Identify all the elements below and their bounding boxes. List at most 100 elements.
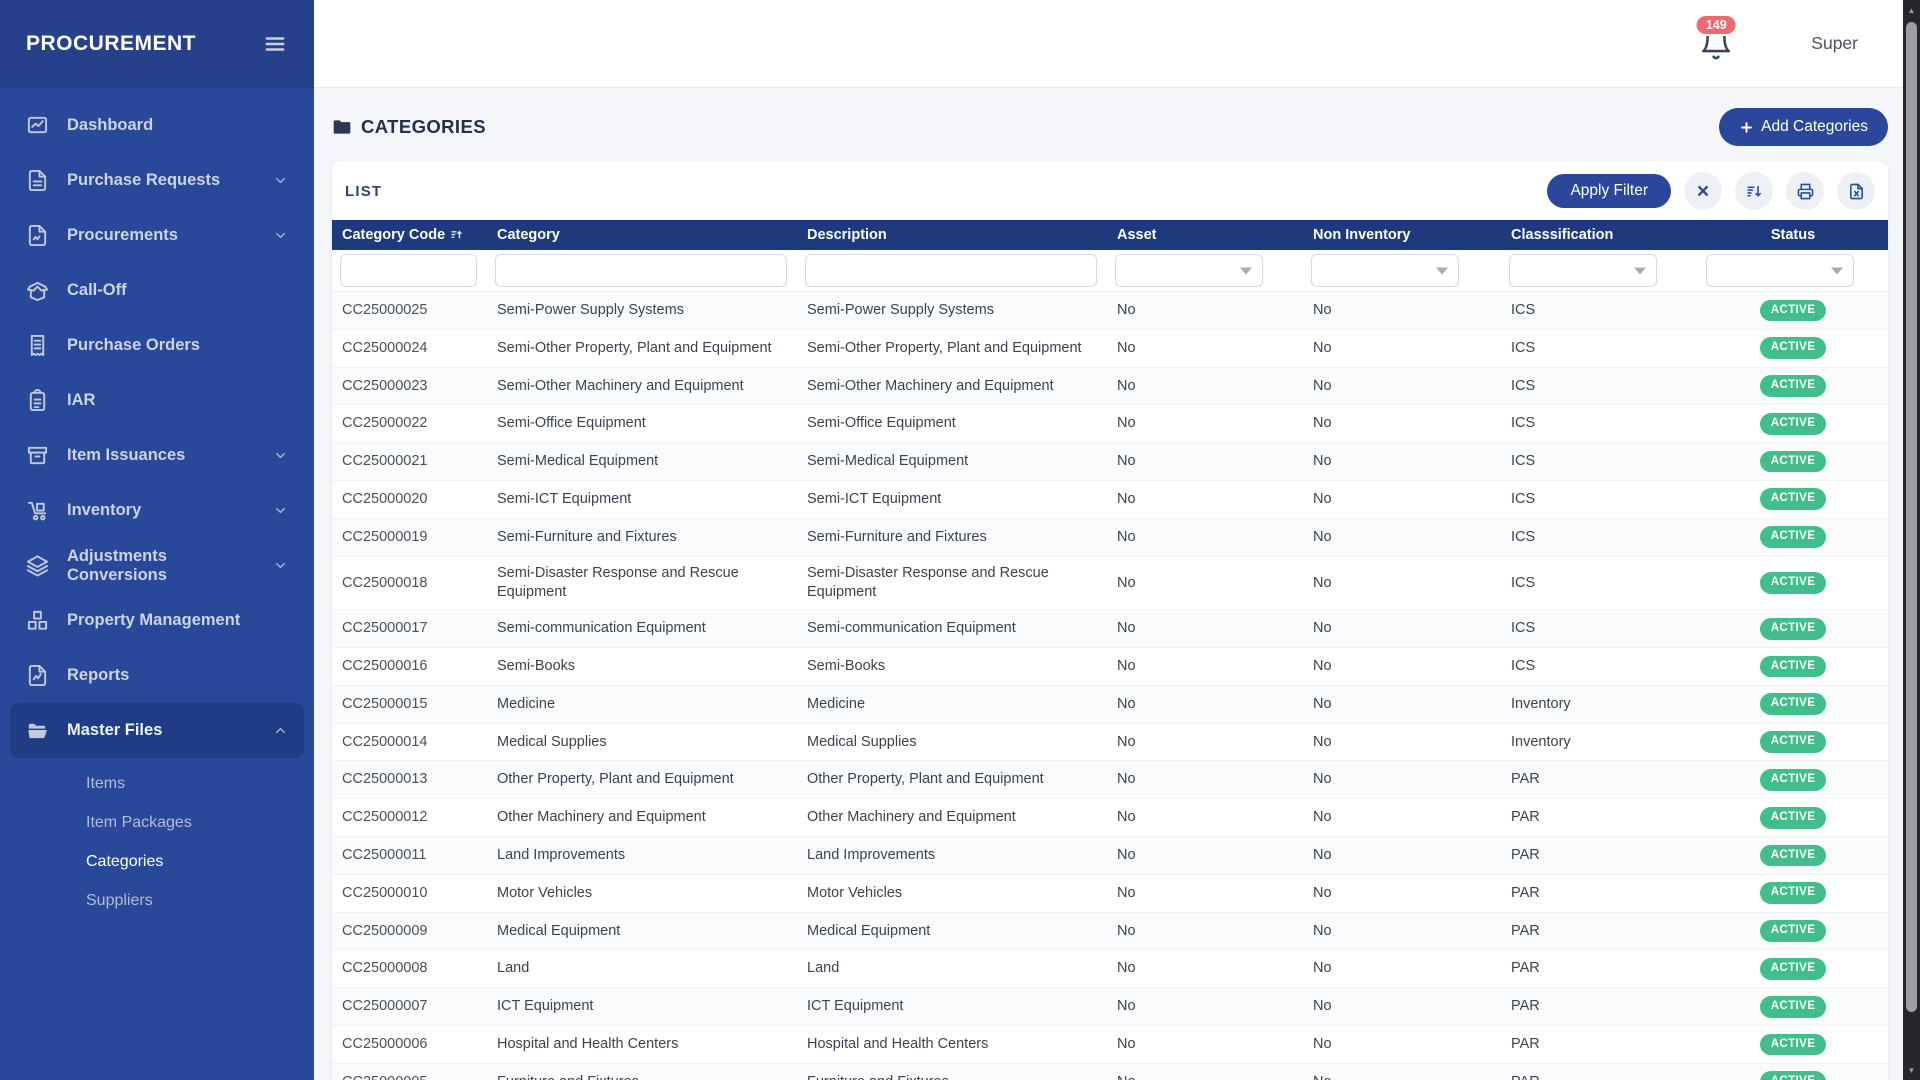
filter-select-status[interactable] (1706, 254, 1854, 287)
column-header-non-inventory[interactable]: Non Inventory (1303, 220, 1501, 250)
table-row[interactable]: CC25000023Semi-Other Machinery and Equip… (332, 367, 1888, 405)
chart-line-icon (26, 114, 49, 137)
cell-asset: No (1107, 292, 1303, 330)
sidebar-subitem-suppliers[interactable]: Suppliers (0, 881, 314, 920)
cell-asset: No (1107, 723, 1303, 761)
add-categories-button[interactable]: Add Categories (1719, 108, 1888, 146)
scrollbar-thumb[interactable] (1906, 22, 1917, 1012)
sidebar-nav: DashboardPurchase RequestsProcurementsCa… (0, 88, 314, 924)
cell-non-inventory: No (1303, 405, 1501, 443)
sidebar-item-iar[interactable]: IAR (0, 373, 314, 428)
table-row[interactable]: CC25000009Medical EquipmentMedical Equip… (332, 912, 1888, 950)
sidebar-item-item-issuances[interactable]: Item Issuances (0, 428, 314, 483)
sidebar-item-master-files[interactable]: Master Files (10, 703, 304, 758)
page-header: CATEGORIES Add Categories (332, 108, 1888, 146)
column-header-status[interactable]: Status (1698, 220, 1888, 250)
table-row[interactable]: CC25000011Land ImprovementsLand Improvem… (332, 837, 1888, 875)
filter-input-category[interactable] (495, 254, 787, 287)
chevron-down-icon (273, 503, 288, 518)
topbar: 149 Super (314, 0, 1920, 88)
cell-classification: PAR (1501, 874, 1698, 912)
sidebar-item-dashboard[interactable]: Dashboard (0, 98, 314, 153)
window-scrollbar[interactable]: ▲ ▼ (1903, 0, 1920, 1080)
apply-filter-button[interactable]: Apply Filter (1547, 174, 1671, 208)
sidebar-item-property-management[interactable]: Property Management (0, 593, 314, 648)
cell-status: ACTIVE (1698, 1063, 1888, 1080)
table-row[interactable]: CC25000008LandLandNoNoPARACTIVE (332, 950, 1888, 988)
filter-select-classsification[interactable] (1509, 254, 1657, 287)
table-row[interactable]: CC25000006Hospital and Health CentersHos… (332, 1026, 1888, 1064)
status-badge: ACTIVE (1760, 845, 1827, 867)
table-row[interactable]: CC25000024Semi-Other Property, Plant and… (332, 329, 1888, 367)
sidebar-subitem-categories[interactable]: Categories (0, 842, 314, 881)
cell-category: Semi-Furniture and Fixtures (487, 518, 797, 556)
filter-select-asset[interactable] (1115, 254, 1263, 287)
cell-description: Motor Vehicles (797, 874, 1107, 912)
sidebar-header: PROCUREMENT (0, 0, 314, 88)
notification-badge: 149 (1695, 14, 1738, 37)
sidebar-item-inventory[interactable]: Inventory (0, 483, 314, 538)
filter-input-description[interactable] (805, 254, 1097, 287)
user-menu[interactable]: Super (1811, 33, 1858, 54)
column-header-description[interactable]: Description (797, 220, 1107, 250)
column-header-category-code[interactable]: Category Code (332, 220, 487, 250)
cell-category: Semi-Power Supply Systems (487, 292, 797, 330)
sidebar-item-adjustments-conversions[interactable]: Adjustments Conversions (0, 538, 314, 593)
cell-status: ACTIVE (1698, 648, 1888, 686)
cell-category: Semi-Office Equipment (487, 405, 797, 443)
print-button[interactable] (1786, 172, 1824, 210)
table-row[interactable]: CC25000007ICT EquipmentICT EquipmentNoNo… (332, 988, 1888, 1026)
receipt-icon (26, 334, 49, 357)
column-header-category[interactable]: Category (487, 220, 797, 250)
column-header-asset[interactable]: Asset (1107, 220, 1303, 250)
scroll-up-arrow-icon[interactable]: ▲ (1903, 2, 1920, 18)
table-row[interactable]: CC25000012Other Machinery and EquipmentO… (332, 799, 1888, 837)
file-chart-icon (26, 664, 49, 687)
notifications-button[interactable]: 149 (1699, 27, 1733, 61)
sidebar-item-purchase-orders[interactable]: Purchase Orders (0, 318, 314, 373)
card-title: LIST (345, 183, 382, 200)
cell-status: ACTIVE (1698, 292, 1888, 330)
sidebar-item-reports[interactable]: Reports (0, 648, 314, 703)
table-row[interactable]: CC25000025Semi-Power Supply SystemsSemi-… (332, 292, 1888, 330)
filter-input-category-code[interactable] (340, 254, 477, 287)
table-row[interactable]: CC25000016Semi-BooksSemi-BooksNoNoICSACT… (332, 648, 1888, 686)
sidebar-item-procurements[interactable]: Procurements (0, 208, 314, 263)
table-toolbar: Apply Filter × (1547, 172, 1875, 210)
table-row[interactable]: CC25000014Medical SuppliesMedical Suppli… (332, 723, 1888, 761)
dolly-icon (26, 499, 49, 522)
table-row[interactable]: CC25000015MedicineMedicineNoNoInventoryA… (332, 685, 1888, 723)
table-row[interactable]: CC25000005Furniture and FixturesFurnitur… (332, 1063, 1888, 1080)
menu-toggle-icon[interactable] (262, 33, 288, 55)
page-content: CATEGORIES Add Categories LIST Apply Fil… (314, 88, 1920, 1080)
sort-button[interactable] (1735, 172, 1773, 210)
cell-description: Semi-Disaster Response and Rescue Equipm… (797, 556, 1107, 610)
cell-non-inventory: No (1303, 367, 1501, 405)
sidebar-subitem-items[interactable]: Items (0, 764, 314, 803)
table-row[interactable]: CC25000017Semi-communication EquipmentSe… (332, 610, 1888, 648)
cell-non-inventory: No (1303, 292, 1501, 330)
export-excel-button[interactable] (1837, 172, 1875, 210)
sidebar-subitem-item-packages[interactable]: Item Packages (0, 803, 314, 842)
cell-status: ACTIVE (1698, 1026, 1888, 1064)
column-header-classsification[interactable]: Classsification (1501, 220, 1698, 250)
sidebar-item-purchase-requests[interactable]: Purchase Requests (0, 153, 314, 208)
table-row[interactable]: CC25000018Semi-Disaster Response and Res… (332, 556, 1888, 610)
chevron-down-icon (1831, 267, 1843, 274)
table-row[interactable]: CC25000010Motor VehiclesMotor VehiclesNo… (332, 874, 1888, 912)
cell-status: ACTIVE (1698, 874, 1888, 912)
table-row[interactable]: CC25000021Semi-Medical EquipmentSemi-Med… (332, 443, 1888, 481)
cell-status: ACTIVE (1698, 329, 1888, 367)
table-row[interactable]: CC25000013Other Property, Plant and Equi… (332, 761, 1888, 799)
cell-status: ACTIVE (1698, 799, 1888, 837)
table-row[interactable]: CC25000019Semi-Furniture and FixturesSem… (332, 518, 1888, 556)
sidebar-item-call-off[interactable]: Call-Off (0, 263, 314, 318)
scroll-down-arrow-icon[interactable]: ▼ (1903, 1062, 1920, 1078)
clear-filter-button[interactable]: × (1684, 172, 1722, 210)
table-row[interactable]: CC25000020Semi-ICT EquipmentSemi-ICT Equ… (332, 480, 1888, 518)
filter-select-non-inventory[interactable] (1311, 254, 1459, 287)
cell-asset: No (1107, 874, 1303, 912)
cell-non-inventory: No (1303, 648, 1501, 686)
status-badge: ACTIVE (1760, 882, 1827, 904)
table-row[interactable]: CC25000022Semi-Office EquipmentSemi-Offi… (332, 405, 1888, 443)
